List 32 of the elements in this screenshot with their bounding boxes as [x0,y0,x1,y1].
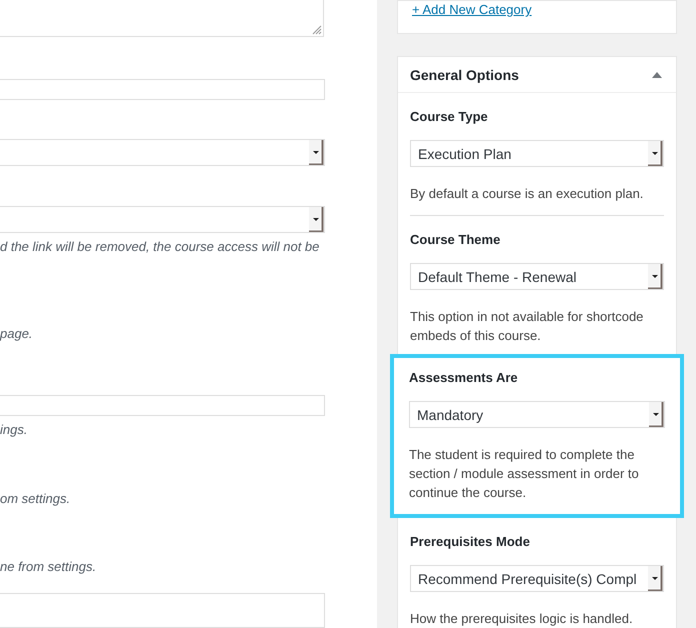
option-label: Course Theme [410,232,502,248]
dropdown-field[interactable]: Mandatory [409,401,665,428]
option-label: Prerequisites Mode [410,534,531,550]
dropdown-arrow-icon[interactable] [309,207,324,232]
option-description: How the prerequisites logic is handled. [410,610,634,628]
option-label: Course Type [410,109,489,125]
dropdown-arrow-icon[interactable] [648,566,663,591]
panel-title: General Options [410,66,519,82]
dropdown-field[interactable] [0,139,325,166]
option-description: This option in not available for shortcode embeds of this course. [410,308,644,345]
option-description: By default a course is an execution plan. [410,185,644,203]
field-description: ings. [0,421,28,440]
option-description: The student is required to complete the section / module assessment in order to continue the course. [409,446,640,502]
collapse-toggle-icon[interactable] [652,72,662,78]
field-description: ne from settings. [0,558,98,576]
dropdown-arrow-icon[interactable] [648,264,663,289]
field-description: om settings. [0,490,72,508]
resize-handle-icon[interactable] [312,25,322,36]
text-input-field[interactable] [0,593,325,628]
dropdown-arrow-icon[interactable] [649,402,664,427]
dropdown-arrow-icon[interactable] [648,141,663,166]
dropdown-field[interactable]: Execution Plan [410,140,664,167]
option-label: Assessments Are [409,370,519,386]
dropdown-field[interactable]: Default Theme - Renewal [410,263,664,290]
textarea-field[interactable] [0,0,324,38]
text-input-field[interactable] [0,79,325,100]
field-description: d the link will be removed, the course access will not be [0,238,320,256]
text-input-field[interactable] [0,395,325,416]
dropdown-arrow-icon[interactable] [309,140,324,166]
dropdown-field[interactable]: Recommend Prerequisite(s) Compl [410,565,664,592]
dropdown-field[interactable] [0,206,325,234]
field-description: page. [0,325,34,344]
